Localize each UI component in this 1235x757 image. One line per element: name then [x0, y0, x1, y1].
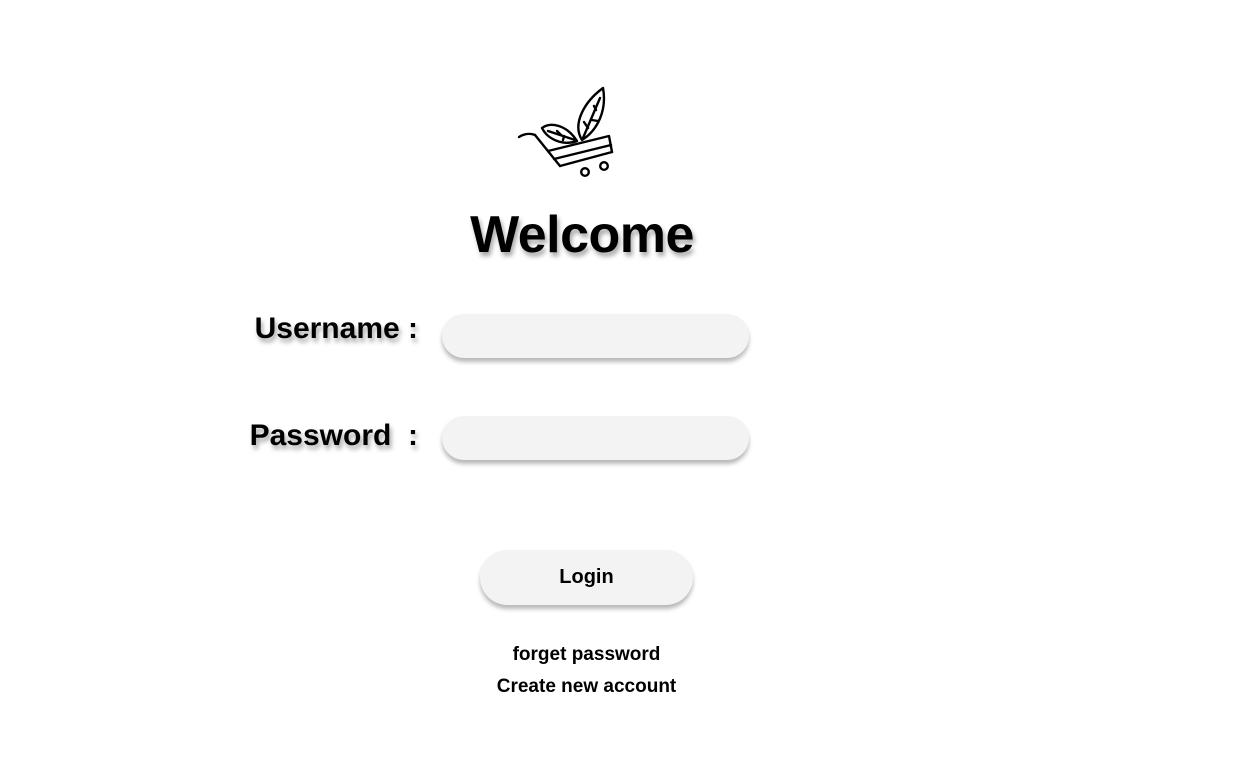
- password-label: Password :: [249, 419, 418, 452]
- login-button[interactable]: Login: [480, 550, 693, 605]
- password-input[interactable]: [442, 416, 749, 460]
- username-input[interactable]: [442, 314, 749, 358]
- login-screen: Welcome Username : Password : Login forg…: [0, 0, 1235, 757]
- forget-password-link[interactable]: forget password: [0, 644, 1173, 666]
- leaf-shopping-cart-icon: [512, 84, 620, 180]
- create-account-link[interactable]: Create new account: [0, 676, 1173, 698]
- username-label: Username :: [254, 312, 418, 345]
- welcome-title: Welcome: [470, 206, 694, 264]
